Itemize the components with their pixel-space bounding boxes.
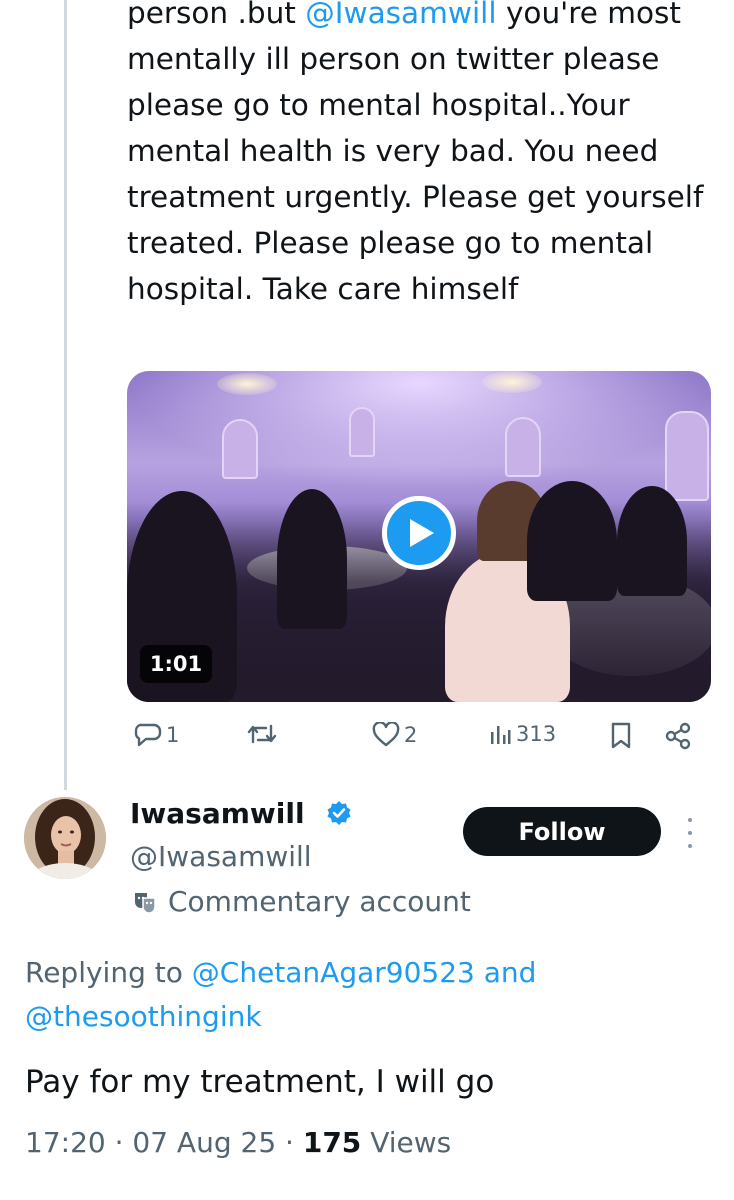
tweet-meta: 17:20 · 07 Aug 25 · 175 Views	[25, 1126, 451, 1159]
chandelier	[482, 371, 542, 393]
parent-text-part-1: person .but	[127, 0, 306, 30]
more-options-icon[interactable]	[684, 818, 696, 848]
theater-masks-icon	[135, 893, 156, 914]
verified-badge-icon	[327, 801, 351, 825]
views-action[interactable]: 313	[488, 722, 556, 746]
replying-prefix: Replying to	[25, 956, 192, 989]
wall-panel	[665, 411, 709, 501]
reply-count: 1	[166, 723, 180, 747]
guest-silhouette	[277, 489, 347, 629]
analytics-icon	[491, 726, 511, 744]
tweet-views-count[interactable]: 175	[303, 1126, 361, 1159]
meta-separator-2: ·	[276, 1126, 303, 1159]
ballroom-ceiling	[127, 371, 711, 491]
video-duration-badge: 1:01	[140, 645, 212, 683]
chandelier	[217, 373, 277, 395]
share-action[interactable]	[664, 722, 692, 750]
replying-to-user-1[interactable]: @ChetanAgar90523	[192, 956, 475, 989]
reply-icon	[134, 723, 162, 747]
bookmark-icon	[611, 722, 631, 749]
reply-action[interactable]: 1	[134, 722, 179, 748]
parent-text-part-2: you're most mentally ill person on twitt…	[127, 0, 704, 306]
wall-panel	[222, 419, 258, 479]
play-icon	[410, 519, 434, 547]
meta-separator: ·	[105, 1126, 133, 1159]
replying-and: and	[474, 956, 537, 989]
wall-panel	[349, 407, 375, 457]
guest-silhouette	[527, 481, 617, 601]
play-button[interactable]	[382, 496, 456, 570]
retweet-icon	[247, 724, 277, 744]
tweet-time[interactable]: 17:20	[25, 1126, 106, 1159]
avatar-image	[24, 797, 106, 879]
replying-to-user-2[interactable]: @thesoothingink	[25, 1000, 262, 1033]
replying-to-line: Replying to @ChetanAgar90523 and @thesoot…	[25, 951, 705, 1039]
author-name[interactable]: Iwasamwill	[130, 797, 305, 830]
heart-icon	[372, 722, 400, 747]
thread-connector-line	[64, 0, 67, 790]
mention-link[interactable]: @Iwasamwill	[305, 0, 496, 30]
account-type-label: Commentary account	[168, 885, 471, 918]
retweet-action[interactable]	[246, 722, 278, 746]
tweet-views-label: Views	[361, 1126, 452, 1159]
parent-tweet-text: person .but @Iwasamwill you're most ment…	[127, 0, 707, 312]
like-count: 2	[404, 722, 418, 747]
avatar[interactable]	[24, 797, 106, 879]
wall-panel	[505, 417, 541, 477]
share-icon	[665, 722, 691, 750]
follow-button[interactable]: Follow	[463, 807, 661, 856]
views-count: 313	[516, 722, 557, 746]
tweet-date[interactable]: 07 Aug 25	[132, 1126, 276, 1159]
like-action[interactable]: 2	[372, 722, 417, 747]
guest-silhouette	[617, 486, 687, 596]
reply-tweet-text: Pay for my treatment, I will go	[25, 1064, 495, 1100]
author-handle[interactable]: @Iwasamwill	[130, 840, 312, 873]
bookmark-action[interactable]	[610, 722, 632, 750]
